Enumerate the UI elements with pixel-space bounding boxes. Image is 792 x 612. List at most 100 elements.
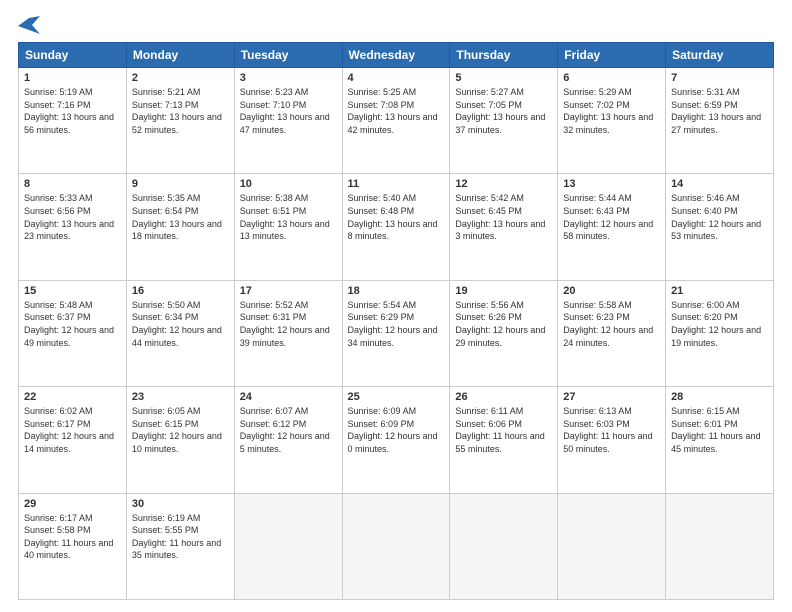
day-number: 27	[563, 391, 660, 403]
table-row: 6Sunrise: 5:29 AMSunset: 7:02 PMDaylight…	[558, 68, 666, 174]
day-number: 30	[132, 498, 229, 510]
table-row: 3 Sunrise: 5:23 AMSunset: 7:10 PMDaylight…	[234, 68, 342, 174]
table-row: 8 Sunrise: 5:33 AMSunset: 6:56 PMDaylight…	[19, 174, 127, 280]
table-row: 9 Sunrise: 5:35 AMSunset: 6:54 PMDaylight…	[126, 174, 234, 280]
header	[18, 16, 774, 34]
day-number: 18	[348, 285, 445, 297]
page: Sunday Monday Tuesday Wednesday Thursday…	[0, 0, 792, 612]
day-detail: Sunrise: 5:35 AMSunset: 6:54 PMDaylight:…	[132, 192, 229, 242]
table-row: 11 Sunrise: 5:40 AMSunset: 6:48 PMDayligh…	[342, 174, 450, 280]
day-number: 9	[132, 178, 229, 190]
day-number: 12	[455, 178, 552, 190]
day-number: 19	[455, 285, 552, 297]
day-number: 7	[671, 72, 768, 84]
calendar: Sunday Monday Tuesday Wednesday Thursday…	[18, 42, 774, 600]
day-detail: Sunrise: 5:27 AMSunset: 7:05 PMDaylight:…	[455, 86, 552, 136]
day-detail: Sunrise: 5:23 AMSunset: 7:10 PMDaylight:…	[240, 86, 337, 136]
day-number: 24	[240, 391, 337, 403]
table-row: 1Sunrise: 5:19 AMSunset: 7:16 PMDaylight…	[19, 68, 127, 174]
day-detail: Sunrise: 5:50 AMSunset: 6:34 PMDaylight:…	[132, 299, 229, 349]
table-row: 22Sunrise: 6:02 AMSunset: 6:17 PMDayligh…	[19, 387, 127, 493]
day-detail: Sunrise: 6:15 AMSunset: 6:01 PMDaylight:…	[671, 405, 768, 455]
day-number: 25	[348, 391, 445, 403]
table-row: 23Sunrise: 6:05 AMSunset: 6:15 PMDayligh…	[126, 387, 234, 493]
day-detail: Sunrise: 5:56 AMSunset: 6:26 PMDaylight:…	[455, 299, 552, 349]
day-number: 5	[455, 72, 552, 84]
table-row: 10 Sunrise: 5:38 AMSunset: 6:51 PMDayligh…	[234, 174, 342, 280]
day-detail: Sunrise: 5:42 AMSunset: 6:45 PMDaylight:…	[455, 192, 552, 242]
logo-bird-icon	[18, 16, 40, 34]
day-number: 14	[671, 178, 768, 190]
day-detail: Sunrise: 6:13 AMSunset: 6:03 PMDaylight:…	[563, 405, 660, 455]
day-number: 16	[132, 285, 229, 297]
day-detail: Sunrise: 5:58 AMSunset: 6:23 PMDaylight:…	[563, 299, 660, 349]
table-row: 30 Sunrise: 6:19 AMSunset: 5:55 PMDayligh…	[126, 493, 234, 599]
day-detail: Sunrise: 5:54 AMSunset: 6:29 PMDaylight:…	[348, 299, 445, 349]
logo	[18, 16, 42, 34]
day-detail: Sunrise: 5:29 AMSunset: 7:02 PMDaylight:…	[563, 86, 660, 136]
table-row: 29Sunrise: 6:17 AMSunset: 5:58 PMDayligh…	[19, 493, 127, 599]
table-row: 24Sunrise: 6:07 AMSunset: 6:12 PMDayligh…	[234, 387, 342, 493]
table-row: 14 Sunrise: 5:46 AMSunset: 6:40 PMDayligh…	[666, 174, 774, 280]
calendar-body: 1Sunrise: 5:19 AMSunset: 7:16 PMDaylight…	[19, 68, 774, 600]
day-detail: Sunrise: 5:48 AMSunset: 6:37 PMDaylight:…	[24, 299, 121, 349]
col-friday: Friday	[558, 43, 666, 68]
table-row: 19 Sunrise: 5:56 AMSunset: 6:26 PMDayligh…	[450, 280, 558, 386]
day-detail: Sunrise: 5:46 AMSunset: 6:40 PMDaylight:…	[671, 192, 768, 242]
table-row	[666, 493, 774, 599]
day-detail: Sunrise: 6:05 AMSunset: 6:15 PMDaylight:…	[132, 405, 229, 455]
week-row-1: 8 Sunrise: 5:33 AMSunset: 6:56 PMDaylight…	[19, 174, 774, 280]
table-row: 2 Sunrise: 5:21 AMSunset: 7:13 PMDaylight…	[126, 68, 234, 174]
week-row-0: 1Sunrise: 5:19 AMSunset: 7:16 PMDaylight…	[19, 68, 774, 174]
day-number: 21	[671, 285, 768, 297]
col-wednesday: Wednesday	[342, 43, 450, 68]
day-detail: Sunrise: 6:11 AMSunset: 6:06 PMDaylight:…	[455, 405, 552, 455]
day-detail: Sunrise: 6:19 AMSunset: 5:55 PMDaylight:…	[132, 512, 229, 562]
day-detail: Sunrise: 5:19 AMSunset: 7:16 PMDaylight:…	[24, 86, 121, 136]
table-row: 18 Sunrise: 5:54 AMSunset: 6:29 PMDayligh…	[342, 280, 450, 386]
day-number: 20	[563, 285, 660, 297]
table-row: 28 Sunrise: 6:15 AMSunset: 6:01 PMDayligh…	[666, 387, 774, 493]
col-thursday: Thursday	[450, 43, 558, 68]
day-number: 26	[455, 391, 552, 403]
day-number: 29	[24, 498, 121, 510]
calendar-table: Sunday Monday Tuesday Wednesday Thursday…	[18, 42, 774, 600]
day-detail: Sunrise: 6:00 AMSunset: 6:20 PMDaylight:…	[671, 299, 768, 349]
day-detail: Sunrise: 5:21 AMSunset: 7:13 PMDaylight:…	[132, 86, 229, 136]
day-detail: Sunrise: 6:09 AMSunset: 6:09 PMDaylight:…	[348, 405, 445, 455]
table-row: 7 Sunrise: 5:31 AMSunset: 6:59 PMDaylight…	[666, 68, 774, 174]
table-row: 12 Sunrise: 5:42 AMSunset: 6:45 PMDayligh…	[450, 174, 558, 280]
day-detail: Sunrise: 5:40 AMSunset: 6:48 PMDaylight:…	[348, 192, 445, 242]
table-row: 20 Sunrise: 5:58 AMSunset: 6:23 PMDayligh…	[558, 280, 666, 386]
day-number: 8	[24, 178, 121, 190]
table-row: 25 Sunrise: 6:09 AMSunset: 6:09 PMDayligh…	[342, 387, 450, 493]
week-row-3: 22Sunrise: 6:02 AMSunset: 6:17 PMDayligh…	[19, 387, 774, 493]
day-detail: Sunrise: 5:38 AMSunset: 6:51 PMDaylight:…	[240, 192, 337, 242]
table-row: 4Sunrise: 5:25 AMSunset: 7:08 PMDaylight…	[342, 68, 450, 174]
day-number: 10	[240, 178, 337, 190]
table-row: 26 Sunrise: 6:11 AMSunset: 6:06 PMDayligh…	[450, 387, 558, 493]
day-number: 2	[132, 72, 229, 84]
table-row: 27 Sunrise: 6:13 AMSunset: 6:03 PMDayligh…	[558, 387, 666, 493]
day-detail: Sunrise: 6:02 AMSunset: 6:17 PMDaylight:…	[24, 405, 121, 455]
day-detail: Sunrise: 5:31 AMSunset: 6:59 PMDaylight:…	[671, 86, 768, 136]
calendar-header: Sunday Monday Tuesday Wednesday Thursday…	[19, 43, 774, 68]
table-row: 16 Sunrise: 5:50 AMSunset: 6:34 PMDayligh…	[126, 280, 234, 386]
col-monday: Monday	[126, 43, 234, 68]
day-detail: Sunrise: 5:25 AMSunset: 7:08 PMDaylight:…	[348, 86, 445, 136]
table-row	[450, 493, 558, 599]
col-tuesday: Tuesday	[234, 43, 342, 68]
day-number: 13	[563, 178, 660, 190]
header-row: Sunday Monday Tuesday Wednesday Thursday…	[19, 43, 774, 68]
table-row: 15Sunrise: 5:48 AMSunset: 6:37 PMDayligh…	[19, 280, 127, 386]
day-number: 28	[671, 391, 768, 403]
day-number: 11	[348, 178, 445, 190]
day-detail: Sunrise: 5:44 AMSunset: 6:43 PMDaylight:…	[563, 192, 660, 242]
day-detail: Sunrise: 5:52 AMSunset: 6:31 PMDaylight:…	[240, 299, 337, 349]
week-row-2: 15Sunrise: 5:48 AMSunset: 6:37 PMDayligh…	[19, 280, 774, 386]
table-row	[558, 493, 666, 599]
day-number: 3	[240, 72, 337, 84]
day-detail: Sunrise: 5:33 AMSunset: 6:56 PMDaylight:…	[24, 192, 121, 242]
col-saturday: Saturday	[666, 43, 774, 68]
table-row: 21 Sunrise: 6:00 AMSunset: 6:20 PMDayligh…	[666, 280, 774, 386]
